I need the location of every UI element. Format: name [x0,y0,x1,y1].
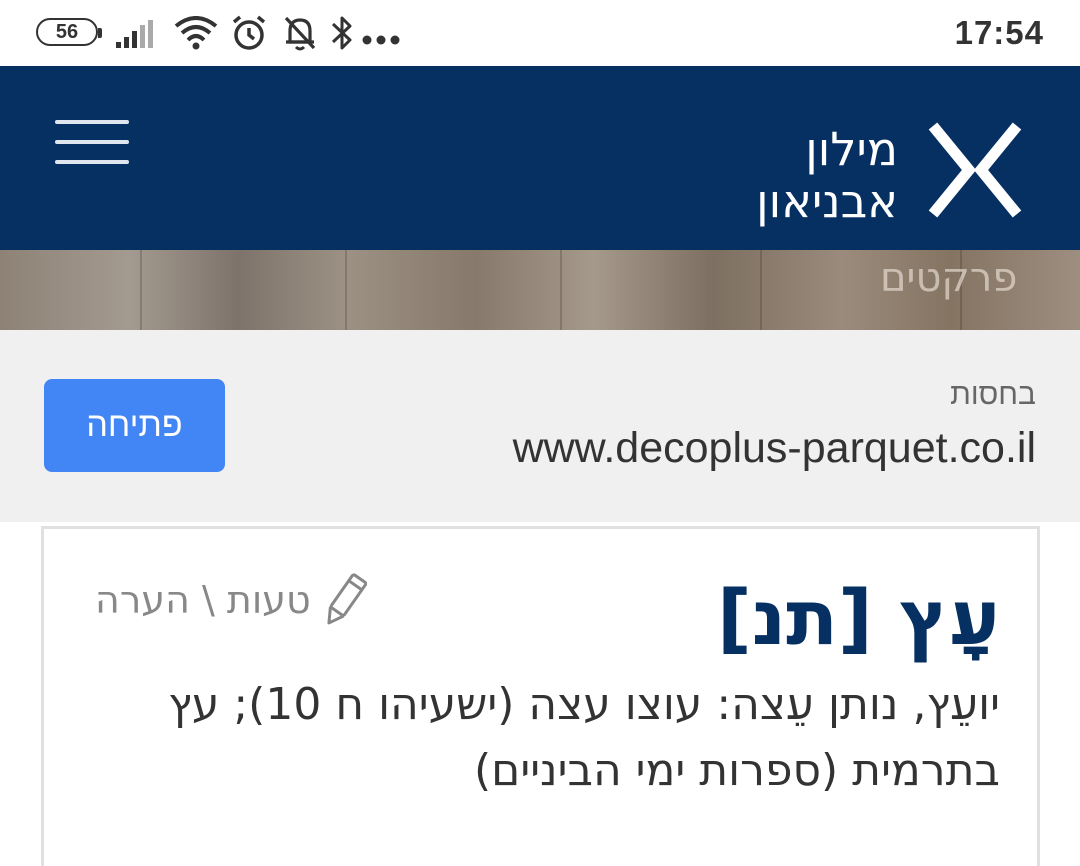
alarm-icon [232,15,266,50]
report-error-label: טעות \ הערה [95,578,311,622]
logo-line-1: מילון [805,122,898,176]
pencil-icon [327,573,367,625]
wifi-icon [174,16,218,50]
definition-line-1: יועֵץ, נותן עֵצה: עוצו עצה (ישעיהו ח 10)… [168,679,1000,730]
logo-text[interactable]: מילון אבניאון [756,123,898,227]
hamburger-menu-icon[interactable] [55,120,129,166]
signal-icon [116,20,153,48]
entry-definition: יועֵץ, נותן עֵצה: עוצו עצה (ישעיהו ח 10)… [70,672,1000,804]
clock: 17:54 [954,14,1044,51]
app-header [0,66,1080,250]
logo-mark-icon[interactable] [925,120,1025,220]
notifications-off-icon [284,16,316,51]
ad-image-text: פרקטים [880,255,1018,301]
sponsored-label: בחסות [950,378,1036,411]
battery-indicator: 56 [36,18,102,46]
report-error-link[interactable]: טעות \ הערה [95,570,367,630]
more-dots-icon [362,35,400,45]
logo-line-2: אבניאון [756,174,898,228]
entry-title: עָץ [תנ] [716,573,1000,662]
status-bar: 56 17:54 [0,0,1080,66]
open-ad-button[interactable]: פתיחה [44,379,225,472]
definition-line-2: בתרמית (ספרות ימי הביניים) [474,745,1000,796]
ad-url[interactable]: www.decoplus-parquet.co.il [513,424,1036,473]
battery-level: 56 [55,20,79,43]
bluetooth-icon [331,16,352,50]
